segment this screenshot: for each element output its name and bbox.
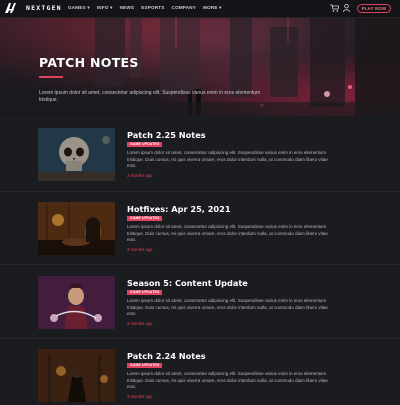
- article-card[interactable]: Patch 2.24 Notes GAME UPDATES Lorem ipsu…: [38, 349, 360, 405]
- article-title[interactable]: Patch 2.25 Notes: [127, 130, 206, 140]
- main-menu: GAMES ▾ INFO ▾ NEWS ESPORTS COMPANY MORE…: [68, 5, 222, 11]
- article-card[interactable]: Season 5: Content Update GAME UPDATES Lo…: [38, 276, 360, 332]
- article-timestamp: 3 months ago: [127, 394, 153, 399]
- menu-item-news[interactable]: NEWS: [120, 5, 135, 11]
- mage-image: [38, 276, 115, 329]
- article-thumbnail[interactable]: [38, 202, 115, 255]
- article-excerpt: Lorem ipsum dolor sit amet, consectetur …: [127, 150, 328, 168]
- logo-icon[interactable]: [5, 3, 16, 13]
- article-title[interactable]: Season 5: Content Update: [127, 278, 248, 288]
- skull-image: [38, 128, 115, 181]
- article-excerpt: Lorem ipsum dolor sit amet, consectetur …: [127, 224, 328, 242]
- menu-item-games[interactable]: GAMES ▾: [68, 5, 90, 11]
- article-thumbnail[interactable]: [38, 128, 115, 181]
- article-timestamp: 3 months ago: [127, 173, 153, 178]
- category-badge[interactable]: GAME UPDATES: [127, 216, 163, 221]
- menu-item-esports[interactable]: ESPORTS: [141, 5, 164, 11]
- category-badge[interactable]: GAME UPDATES: [127, 290, 163, 295]
- article-excerpt: Lorem ipsum dolor sit amet, consectetur …: [127, 371, 328, 389]
- divider: [0, 264, 400, 265]
- menu-item-more[interactable]: MORE ▾: [203, 5, 222, 11]
- category-badge[interactable]: GAME UPDATES: [127, 363, 163, 368]
- article-card[interactable]: Hotfixes: Apr 25, 2021 GAME UPDATES Lore…: [38, 202, 360, 258]
- brand-name[interactable]: NEXTGEN: [26, 4, 62, 12]
- user-icon[interactable]: [343, 4, 350, 12]
- article-title[interactable]: Patch 2.24 Notes: [127, 351, 206, 361]
- article-thumbnail[interactable]: [38, 276, 115, 329]
- play-now-button[interactable]: PLAY NOW: [357, 4, 391, 13]
- title-underline: [39, 76, 63, 78]
- article-excerpt: Lorem ipsum dolor sit amet, consectetur …: [127, 298, 328, 316]
- hero-description: Lorem ipsum dolor sit amet, consectetur …: [39, 90, 261, 103]
- menu-item-info[interactable]: INFO ▾: [97, 5, 113, 11]
- article-thumbnail[interactable]: [38, 349, 115, 402]
- article-timestamp: 3 months ago: [127, 247, 153, 252]
- tavern-image: [38, 202, 115, 255]
- divider: [0, 338, 400, 339]
- page-title: PATCH NOTES: [39, 55, 139, 70]
- cart-icon[interactable]: [330, 4, 339, 12]
- top-nav: NEXTGEN GAMES ▾ INFO ▾ NEWS ESPORTS COMP…: [0, 0, 400, 18]
- article-title[interactable]: Hotfixes: Apr 25, 2021: [127, 204, 231, 214]
- category-badge[interactable]: GAME UPDATES: [127, 142, 163, 147]
- hero-banner: PATCH NOTES Lorem ipsum dolor sit amet, …: [0, 17, 400, 116]
- article-timestamp: 3 months ago: [127, 321, 153, 326]
- article-card[interactable]: Patch 2.25 Notes GAME UPDATES Lorem ipsu…: [38, 128, 360, 184]
- dungeon-image: [38, 349, 115, 402]
- menu-item-company[interactable]: COMPANY: [172, 5, 197, 11]
- divider: [0, 191, 400, 192]
